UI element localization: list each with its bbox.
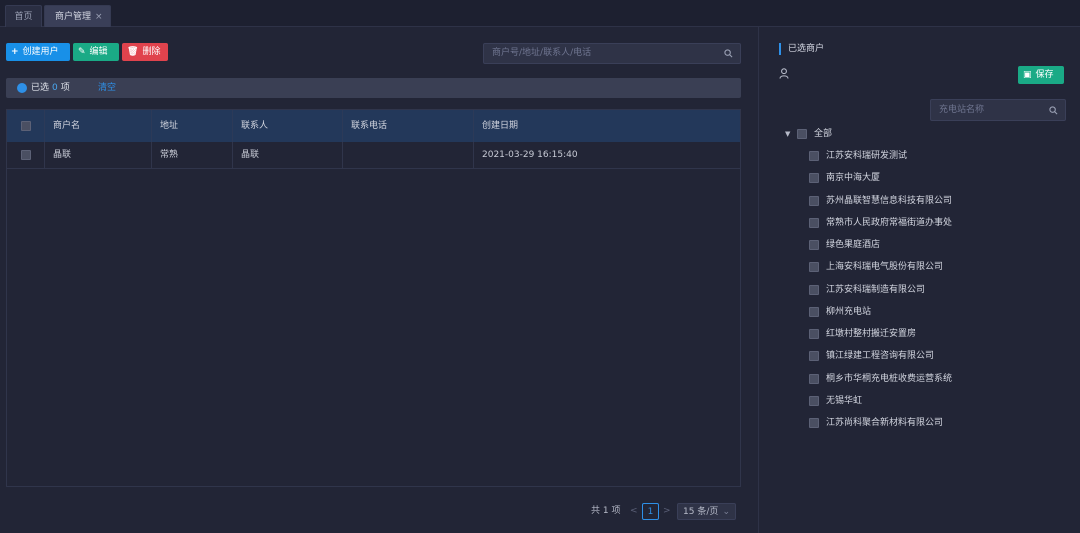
next-page-button[interactable]: > [663,503,671,520]
station-checkbox[interactable] [809,396,819,406]
panel-divider [758,27,759,533]
close-icon[interactable]: × [95,12,103,22]
select-all-checkbox[interactable] [21,121,31,131]
row-checkbox[interactable] [21,150,31,160]
station-checkbox[interactable] [809,218,819,228]
tab-bar: 首页 商户管理 × [0,0,1080,27]
header-checkbox-cell [7,110,45,142]
tab-home[interactable]: 首页 [5,5,42,27]
edit-label: 编辑 [89,47,108,57]
station-label: 南京中海大厦 [826,173,881,183]
station-label: 上海安科瑞电气股份有限公司 [826,262,944,272]
page-size-select[interactable]: 15 条/页 ⌄ [677,503,736,520]
station-label: 江苏安科瑞制造有限公司 [826,285,926,295]
table-row[interactable]: 晶联 常熟 晶联 2021-03-29 16:15:40 [7,142,740,169]
station-label: 柳州充电站 [826,307,872,317]
station-checkbox[interactable] [809,351,819,361]
header-created-date[interactable]: 创建日期 [474,110,740,142]
station-label: 桐乡市华桐充电桩收费运营系统 [826,374,953,384]
side-panel-title: 已选商户 [779,43,824,55]
cell-phone [343,142,474,169]
selection-count: 0 [52,83,58,93]
header-merchant-name[interactable]: 商户名 [45,110,152,142]
save-label: 保存 [1035,70,1054,80]
info-icon [17,83,27,93]
station-checkbox[interactable] [809,374,819,384]
clear-selection-link[interactable]: 清空 [98,78,116,98]
station-label: 江苏尚科聚合新材料有限公司 [826,418,944,428]
station-checkbox[interactable] [809,329,819,339]
station-label: 红墩村整村搬迁安置房 [826,329,917,339]
station-search-placeholder: 充电站名称 [939,105,985,115]
cell-contact: 晶联 [233,142,343,169]
station-checkbox[interactable] [809,285,819,295]
station-label: 镇江绿建工程咨询有限公司 [826,351,935,361]
station-label: 绿色果庭酒店 [826,240,881,250]
station-label: 江苏安科瑞研发测试 [826,151,908,161]
tree-root-checkbox[interactable] [797,129,807,139]
station-checkbox[interactable] [809,240,819,250]
trash-icon: 🗑 [127,47,139,57]
station-checkbox[interactable] [809,262,819,272]
create-user-button[interactable]: + 创建用户 [6,43,70,61]
table-header: 商户名 地址 联系人 联系电话 创建日期 [7,110,740,142]
station-checkbox[interactable] [809,418,819,428]
station-checkbox[interactable] [809,151,819,161]
prev-page-button[interactable]: < [630,503,638,520]
station-checkbox[interactable] [809,196,819,206]
selection-bar: 已选 0 项 清空 [6,78,741,98]
cell-created-date: 2021-03-29 16:15:40 [482,150,578,160]
current-page-button[interactable]: 1 [642,503,659,520]
pencil-icon: ✎ [78,47,86,57]
cell-merchant-name: 晶联 [45,142,152,169]
delete-label: 删除 [142,47,161,57]
create-user-label: 创建用户 [22,47,59,57]
cell-address: 常熟 [152,142,233,169]
save-icon: ▣ [1023,70,1032,80]
pagination-total: 共 1 项 [591,506,621,516]
search-placeholder: 商户号/地址/联系人/电话 [492,48,592,58]
station-checkbox[interactable] [809,173,819,183]
save-button[interactable]: ▣ 保存 [1018,66,1064,84]
plus-icon: + [11,47,19,57]
page-size-value: 15 条/页 [683,507,719,517]
header-contact[interactable]: 联系人 [233,110,343,142]
header-address[interactable]: 地址 [152,110,233,142]
caret-down-icon[interactable]: ▼ [785,128,790,141]
selection-suffix: 项 [60,83,70,93]
station-checkbox[interactable] [809,307,819,317]
header-phone[interactable]: 联系电话 [343,110,474,142]
station-search-input[interactable]: 充电站名称 [930,99,1066,121]
selection-text: 已选 0 项 [31,78,70,98]
station-label: 苏州晶联智慧信息科技有限公司 [826,196,953,206]
tab-label: 商户管理 [55,12,92,22]
search-icon[interactable] [724,49,733,58]
row-checkbox-cell [7,142,45,169]
search-icon[interactable] [1049,106,1058,115]
delete-button[interactable]: 🗑 删除 [122,43,168,61]
edit-button[interactable]: ✎ 编辑 [73,43,119,61]
station-label: 无锡华虹 [826,396,863,406]
user-icon [779,68,789,79]
chevron-down-icon: ⌄ [722,507,730,517]
tree-root-label: 全部 [814,129,833,139]
station-label: 常熟市人民政府常福街道办事处 [826,218,953,228]
merchant-table: 商户名 地址 联系人 联系电话 创建日期 晶联 常熟 晶联 2021-03-29… [6,109,741,487]
selection-prefix: 已选 [31,83,50,93]
merchant-search-input[interactable]: 商户号/地址/联系人/电话 [483,43,741,64]
tab-merchant-management[interactable]: 商户管理 × [44,5,111,27]
